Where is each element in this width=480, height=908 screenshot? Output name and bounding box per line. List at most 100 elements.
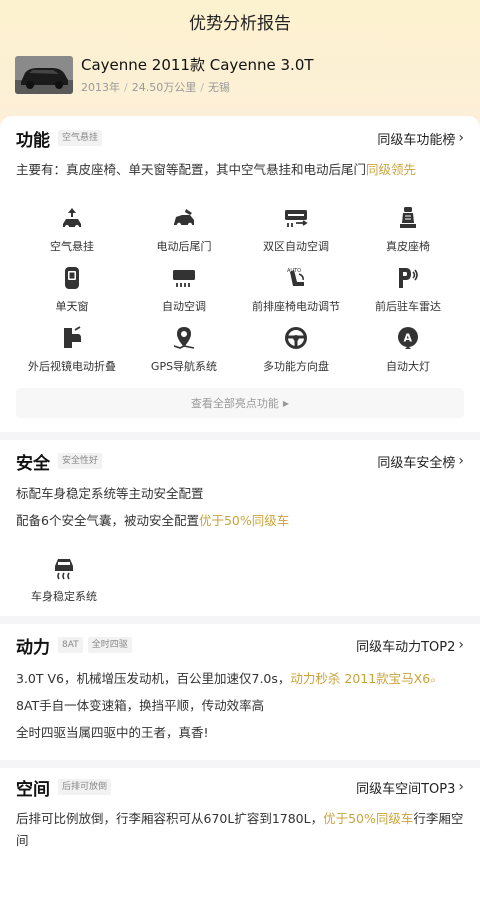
space-highlight: 优于50%同级车 (323, 811, 414, 826)
feature-item[interactable]: AUTO 前排座椅电动调节 (240, 264, 352, 324)
meta-separator: / (124, 81, 128, 94)
space-rank-link[interactable]: 同级车空间TOP3 › (356, 778, 464, 797)
mirror-fold-icon (64, 326, 81, 348)
power-rank-link[interactable]: 同级车动力TOP2 › (356, 636, 464, 655)
chevron-right-icon: › (458, 637, 464, 653)
safety-line-1: 标配车身稳定系统等主动安全配置 (16, 486, 204, 501)
chevron-right-icon: › (458, 130, 464, 146)
function-rank-label: 同级车功能榜 (377, 132, 456, 148)
power-section: 动力 8AT 全时四驱 同级车动力TOP2 › 3.0T V6，机械增压发动机，百… (0, 624, 480, 760)
feature-item[interactable]: 多功能方向盘 (240, 324, 352, 384)
space-title: 空间 (16, 779, 50, 800)
space-tag: 后排可放倒 (58, 779, 112, 795)
svg-text:A: A (404, 332, 413, 345)
stability-control-icon (55, 559, 73, 580)
power-line-2: 8AT手自一体变速箱，换挡平顺，传动效率高 (16, 698, 265, 713)
space-text-body: 后排可比例放倒，行李厢容积可从670L扩容到1780L， (16, 811, 324, 826)
chevron-right-icon: › (458, 453, 464, 469)
view-all-features-button[interactable]: 查看全部亮点功能 ▶ (16, 388, 464, 418)
function-summary: 主要有：真皮座椅、单天窗等配置，其中空气悬挂和电动后尾门同级领先 (16, 160, 464, 180)
power-line-1: 3.0T V6，机械增压发动机，百公里加速仅7.0s，动力秒杀 2011款宝马X… (16, 669, 464, 691)
power-rank-label: 同级车动力TOP2 (356, 639, 456, 655)
sunroof-icon (65, 267, 79, 289)
function-header: 功能 空气悬挂 同级车功能榜 › (16, 126, 464, 151)
air-suspension-icon (63, 208, 81, 229)
feature-item[interactable]: 车身稳定系统 (16, 554, 112, 604)
safety-tag: 安全性好 (58, 453, 103, 469)
feature-item[interactable]: GPS导航系统 (128, 324, 240, 384)
feature-item[interactable]: 空气悬挂 (16, 204, 128, 264)
section-divider (0, 432, 480, 440)
dual-zone-ac-icon (285, 210, 308, 227)
page-title: 优势分析报告 (189, 13, 291, 34)
feature-label: 电动后尾门 (156, 240, 212, 253)
feature-item[interactable]: 自动空调 (128, 264, 240, 324)
power-seat-icon: AUTO (287, 268, 304, 286)
function-summary-highlight: 同级领先 (366, 162, 417, 177)
feature-item[interactable]: 电动后尾门 (128, 204, 240, 264)
feature-item[interactable]: 真皮座椅 (352, 204, 464, 264)
auto-headlight-icon: A (398, 327, 418, 349)
power-tag-transmission: 8AT (58, 637, 83, 653)
space-section: 空间 后排可放倒 同级车空间TOP3 › 后排可比例放倒，行李厢容积可从670L扩… (0, 768, 480, 908)
view-all-features-label: 查看全部亮点功能 (190, 397, 279, 410)
feature-label: 前排座椅电动调节 (252, 300, 340, 313)
car-city: 无锡 (207, 81, 230, 94)
safety-section: 安全 安全性好 同级车安全榜 › 标配车身稳定系统等主动安全配置 配备6个安全气囊… (0, 440, 480, 616)
car-title: Cayenne 2011款 Cayenne 3.0T (81, 56, 314, 74)
space-rank-label: 同级车空间TOP3 (356, 781, 456, 797)
feature-item[interactable]: 单天窗 (16, 264, 128, 324)
power-title: 动力 (16, 637, 50, 658)
triangle-right-icon: ▶ (282, 398, 290, 408)
leather-seat-icon (400, 207, 416, 228)
gps-icon (173, 327, 195, 349)
svg-text:AUTO: AUTO (287, 268, 301, 274)
section-divider (0, 760, 480, 768)
feature-label: 双区自动空调 (263, 240, 329, 253)
safety-highlight: 优于50%同级车 (198, 513, 290, 528)
search-icon[interactable]: ⌕ (430, 675, 436, 686)
car-thumbnail (15, 56, 73, 94)
feature-grid: 空气悬挂 电动后尾门 双区自动空调 真皮座椅 单天窗 自动空调 AUTO 前排座… (16, 204, 464, 384)
car-meta: 2013年/24.50万公里 / 无锡 (81, 79, 314, 95)
function-summary-text: 主要有：真皮座椅、单天窗等配置，其中空气悬挂和电动后尾门 (16, 162, 367, 177)
power-tailgate-icon (174, 209, 194, 228)
feature-item[interactable]: A 自动大灯 (352, 324, 464, 384)
feature-label: GPS导航系统 (150, 360, 218, 373)
feature-label: 多功能方向盘 (263, 360, 329, 373)
safety-rank-label: 同级车安全榜 (377, 455, 456, 471)
power-highlight[interactable]: 动力秒杀 2011款宝马X6 (290, 671, 430, 686)
feature-label: 车身稳定系统 (31, 590, 97, 603)
safety-line-2: 配备6个安全气囊，被动安全配置优于50%同级车 (16, 511, 464, 531)
feature-label: 单天窗 (55, 300, 89, 313)
power-line-3: 全时四驱当属四驱中的王者，真香! (16, 725, 209, 740)
car-summary[interactable]: Cayenne 2011款 Cayenne 3.0T 2013年 /24.50万公… (15, 53, 465, 97)
safety-title: 安全 (16, 453, 50, 474)
steering-wheel-icon (285, 327, 307, 349)
safety-rank-link[interactable]: 同级车安全榜 › (377, 452, 464, 471)
parking-radar-icon (399, 268, 418, 288)
auto-ac-icon (173, 270, 195, 287)
feature-item[interactable]: 前后驻车雷达 (352, 264, 464, 324)
feature-item[interactable]: 双区自动空调 (240, 204, 352, 264)
feature-label: 真皮座椅 (386, 240, 430, 253)
feature-label: 空气悬挂 (50, 240, 94, 253)
function-title: 功能 (16, 130, 50, 151)
function-rank-link[interactable]: 同级车功能榜 › (377, 129, 464, 148)
feature-label: 自动空调 (162, 300, 206, 313)
meta-separator: / (200, 81, 204, 94)
space-header: 空间 后排可放倒 同级车空间TOP3 › (16, 775, 464, 800)
feature-label: 自动大灯 (386, 360, 430, 373)
power-tag-drive: 全时四驱 (87, 637, 132, 653)
section-divider (0, 616, 480, 624)
safety-line-2-text: 配备6个安全气囊，被动安全配置 (16, 513, 199, 528)
car-mileage: 24.50万公里 (131, 81, 197, 94)
car-year: 2013年 (81, 81, 120, 94)
feature-label: 前后驻车雷达 (375, 300, 441, 313)
feature-label: 外后视镜电动折叠 (28, 360, 116, 373)
safety-header: 安全 安全性好 同级车安全榜 › (16, 449, 464, 474)
feature-item[interactable]: 外后视镜电动折叠 (16, 324, 128, 384)
power-line-1-text: 3.0T V6，机械增压发动机，百公里加速仅7.0s， (16, 671, 291, 686)
space-text: 后排可比例放倒，行李厢容积可从670L扩容到1780L，优于50%同级车行李厢空… (16, 808, 464, 852)
function-tag: 空气悬挂 (58, 130, 103, 146)
